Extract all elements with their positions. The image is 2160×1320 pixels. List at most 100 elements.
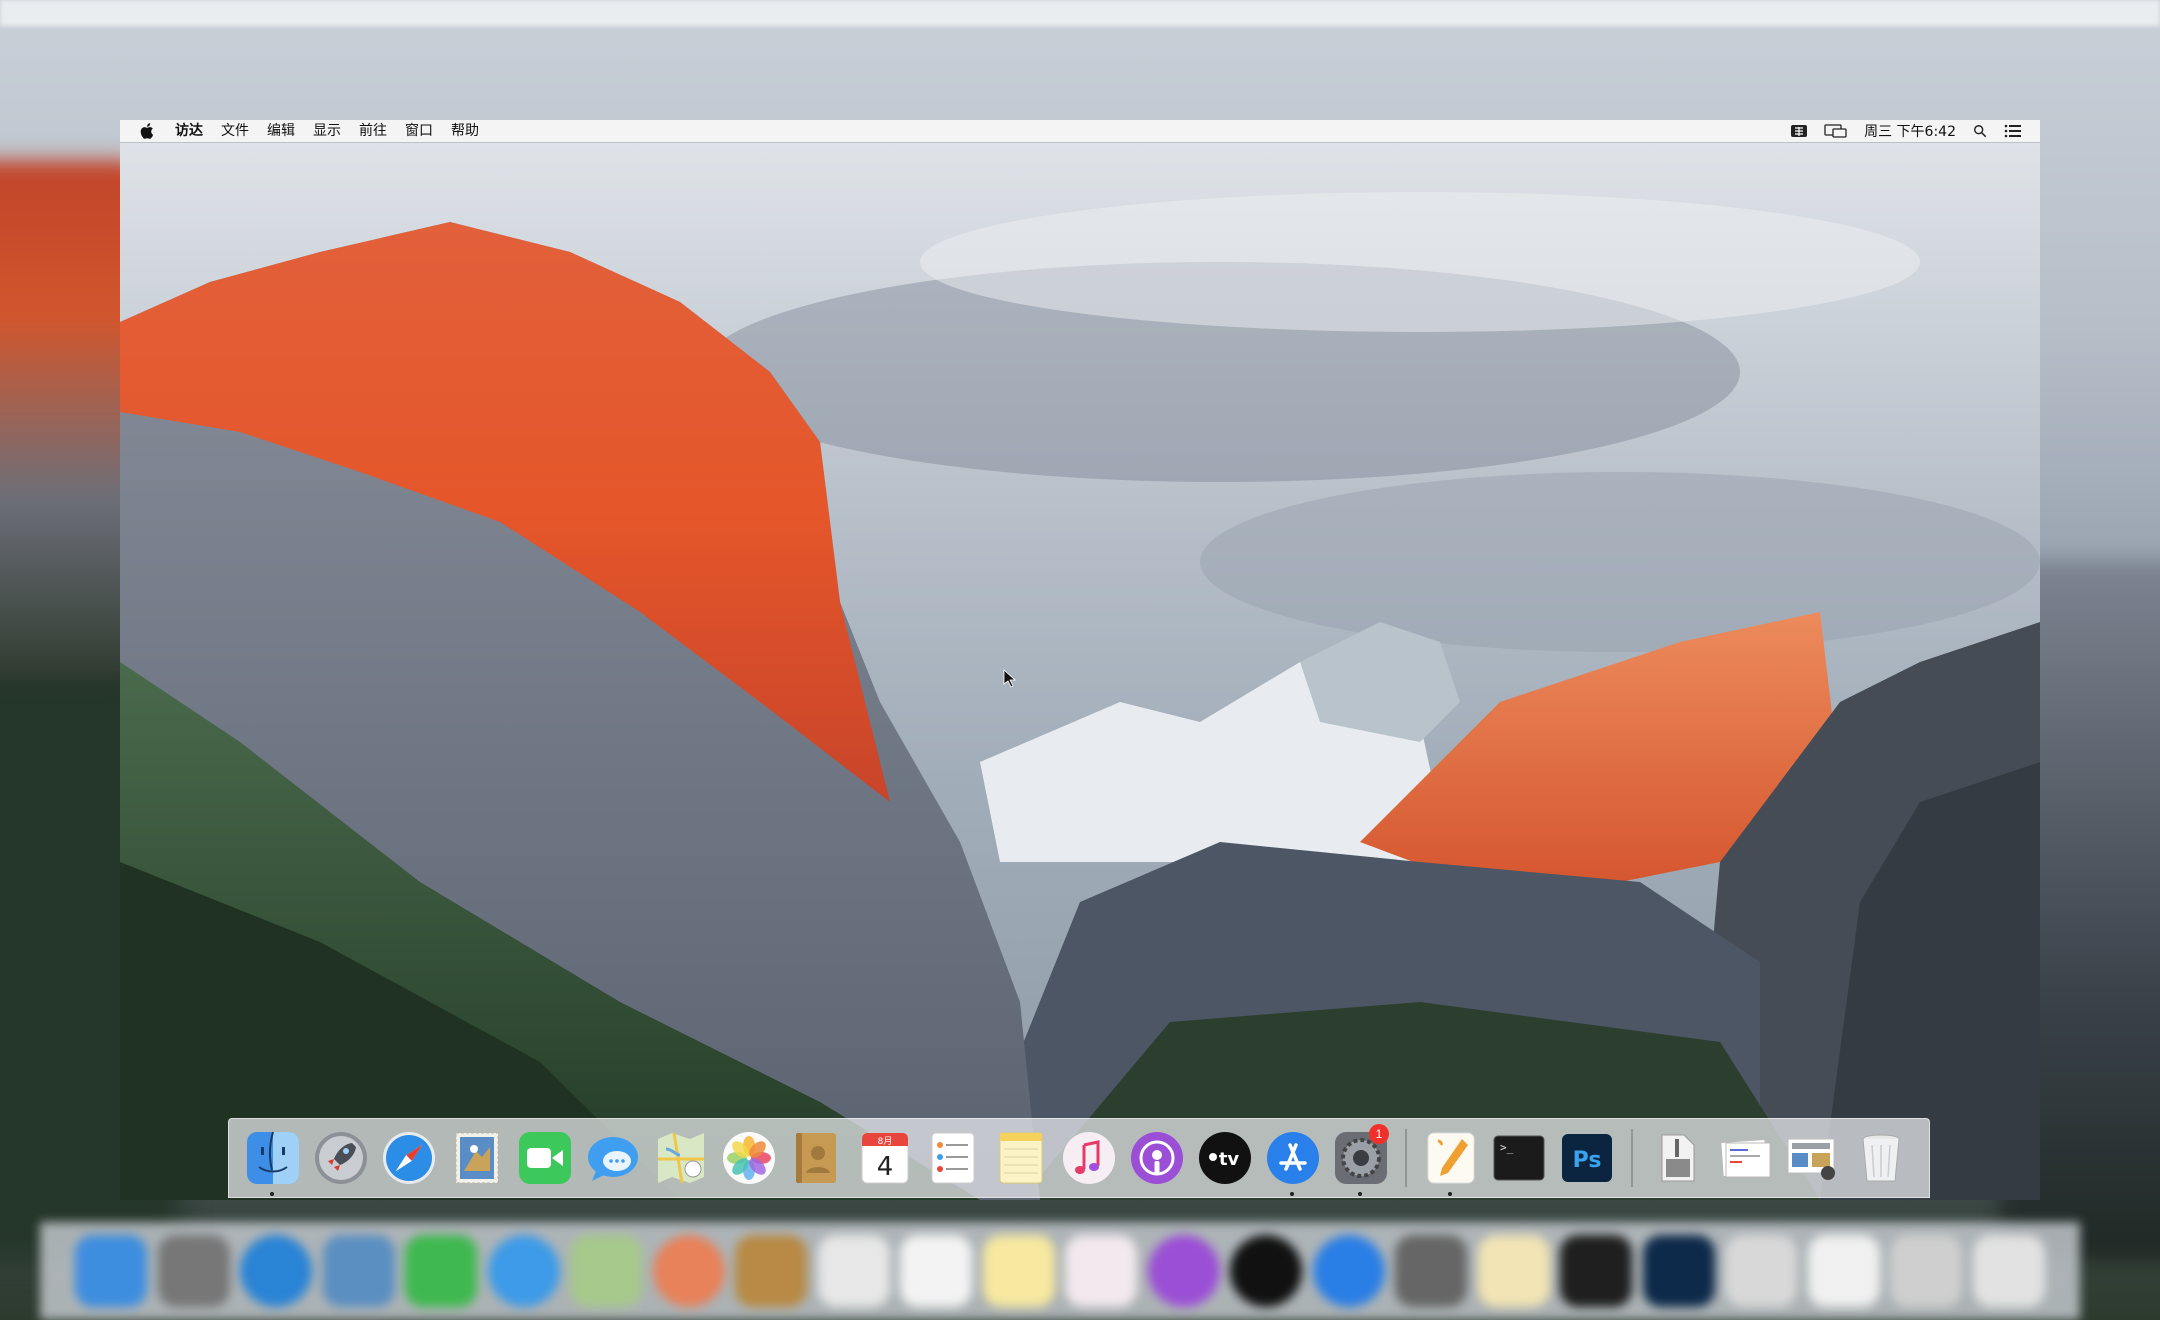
dock-photos[interactable] xyxy=(715,1118,783,1198)
outer-dock-blob xyxy=(900,1235,973,1307)
pen-icon xyxy=(1427,1132,1475,1184)
dock-trash[interactable] xyxy=(1847,1118,1915,1198)
apple-menu-icon[interactable] xyxy=(140,123,154,139)
outer-dock-blob xyxy=(735,1235,808,1307)
dock-maps[interactable] xyxy=(647,1118,715,1198)
dock-screenshot-stack[interactable] xyxy=(1779,1118,1847,1198)
terminal-icon: >_ xyxy=(1493,1135,1545,1181)
dock-notes[interactable] xyxy=(987,1118,1055,1198)
running-indicator xyxy=(270,1192,274,1196)
outer-dock-blob xyxy=(1807,1235,1880,1307)
dock-launchpad[interactable] xyxy=(307,1118,375,1198)
finder-icon xyxy=(247,1131,299,1184)
app-store-icon xyxy=(1267,1132,1319,1184)
tv-label: tv xyxy=(1219,1149,1240,1170)
outer-dock-blob xyxy=(982,1235,1055,1307)
calendar-month-label: 8月 xyxy=(878,1136,893,1147)
running-indicator xyxy=(1358,1192,1362,1196)
desktop-screen: 访达 文件 编辑 显示 前往 窗口 帮助 周三 下午6:42 8月 4 tv 1… xyxy=(120,120,2040,1200)
address-book-icon xyxy=(796,1133,836,1183)
menu-edit[interactable]: 编辑 xyxy=(258,120,304,142)
menu-app-finder[interactable]: 访达 xyxy=(166,120,212,142)
music-note-icon xyxy=(1063,1132,1115,1184)
outer-dock-blob xyxy=(75,1235,148,1307)
flower-icon xyxy=(723,1132,775,1184)
dock-system-preferences[interactable]: 1 xyxy=(1327,1118,1395,1198)
outer-dock-blob xyxy=(570,1235,643,1307)
input-method-icon[interactable] xyxy=(1790,124,1808,138)
terminal-prompt: >_ xyxy=(1500,1141,1514,1154)
dock-separator xyxy=(1405,1129,1407,1187)
menu-go[interactable]: 前往 xyxy=(350,120,396,142)
running-indicator xyxy=(1448,1192,1452,1196)
outer-dock-blob xyxy=(405,1235,478,1307)
checklist-icon xyxy=(931,1132,975,1184)
outer-dock-blob xyxy=(1477,1235,1550,1307)
podcast-icon xyxy=(1131,1132,1183,1184)
compass-icon xyxy=(383,1132,435,1184)
outer-dock-blob xyxy=(240,1235,313,1307)
screenshots-icon xyxy=(1787,1138,1835,1180)
notification-center-icon[interactable] xyxy=(2004,124,2022,138)
outer-dock-blob xyxy=(1560,1235,1633,1307)
menu-window[interactable]: 窗口 xyxy=(396,120,442,142)
outer-dock-blob xyxy=(1395,1235,1468,1307)
outer-dock-blob xyxy=(322,1235,395,1307)
dock-facetime[interactable] xyxy=(511,1118,579,1198)
dock-separator xyxy=(1631,1129,1633,1187)
dock-finder[interactable] xyxy=(239,1118,307,1198)
menu-view[interactable]: 显示 xyxy=(304,120,350,142)
menu-bar: 访达 文件 编辑 显示 前往 窗口 帮助 周三 下午6:42 xyxy=(120,120,2040,142)
display-mirroring-icon[interactable] xyxy=(1824,124,1848,138)
outer-dock-blob xyxy=(487,1235,560,1307)
dock-messages[interactable] xyxy=(579,1118,647,1198)
chat-bubble-icon xyxy=(588,1137,638,1181)
outer-dock-blur xyxy=(40,1222,2080,1320)
menu-file[interactable]: 文件 xyxy=(212,120,258,142)
outer-dock-blob xyxy=(157,1235,230,1307)
dock-contacts[interactable] xyxy=(783,1118,851,1198)
dock-safari[interactable] xyxy=(375,1118,443,1198)
outer-dock-blob xyxy=(1642,1235,1715,1307)
map-icon xyxy=(658,1132,704,1184)
dock-app-store[interactable] xyxy=(1259,1118,1327,1198)
calendar-day-label: 4 xyxy=(877,1152,894,1182)
eagle-stamp-icon xyxy=(455,1132,499,1184)
outer-menubar-blur xyxy=(0,0,2160,26)
photoshop-icon: Ps xyxy=(1562,1134,1612,1182)
desktop-wallpaper xyxy=(120,142,2040,1200)
dock-reminders[interactable] xyxy=(919,1118,987,1198)
calendar-icon: 8月 4 xyxy=(861,1132,909,1184)
rocket-icon xyxy=(315,1132,367,1184)
spotlight-icon[interactable] xyxy=(1972,124,1988,138)
outer-dock-blob xyxy=(817,1235,890,1307)
notepad-icon xyxy=(999,1132,1043,1184)
outer-dock-blob xyxy=(1230,1235,1303,1307)
dock-archive-utility[interactable] xyxy=(1643,1118,1711,1198)
trash-icon xyxy=(1862,1134,1900,1182)
dock-podcasts[interactable] xyxy=(1123,1118,1191,1198)
dock-pages[interactable] xyxy=(1417,1118,1485,1198)
dock-calendar[interactable]: 8月 4 xyxy=(851,1118,919,1198)
running-indicator xyxy=(1290,1192,1294,1196)
dock-photoshop[interactable]: Ps xyxy=(1553,1118,1621,1198)
menu-extras: 周三 下午6:42 xyxy=(1790,120,2022,142)
document-stack-icon xyxy=(1720,1138,1771,1178)
dock: 8月 4 tv 1 >_ Ps xyxy=(228,1118,1930,1198)
dock-tv[interactable]: tv xyxy=(1191,1118,1259,1198)
outer-dock-blob xyxy=(1147,1235,1220,1307)
dock-music[interactable] xyxy=(1055,1118,1123,1198)
menu-help[interactable]: 帮助 xyxy=(442,120,488,142)
menu-clock[interactable]: 周三 下午6:42 xyxy=(1864,121,1956,141)
archive-icon xyxy=(1661,1134,1695,1182)
outer-dock-blob xyxy=(652,1235,725,1307)
outer-dock-blob xyxy=(1312,1235,1385,1307)
outer-dock-blob xyxy=(1065,1235,1138,1307)
video-camera-icon xyxy=(519,1132,571,1184)
dock-document-stack[interactable] xyxy=(1711,1118,1779,1198)
photoshop-label: Ps xyxy=(1573,1148,1602,1173)
dock-terminal[interactable]: >_ xyxy=(1485,1118,1553,1198)
dock-mail[interactable] xyxy=(443,1118,511,1198)
apple-tv-icon: tv xyxy=(1199,1132,1251,1184)
outer-dock-blob xyxy=(1972,1235,2045,1307)
